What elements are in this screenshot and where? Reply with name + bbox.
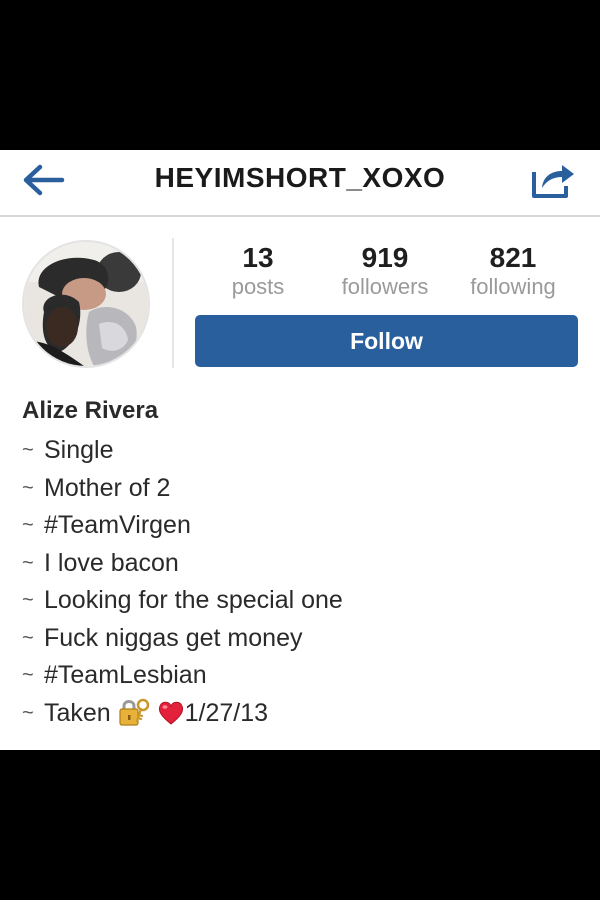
bio-bullet: ~ [22,476,34,499]
followers-count: 919 [361,242,409,273]
bio-bullet: ~ [22,626,34,649]
bio-line: ~ Looking for the special one [22,582,343,620]
bio-bullet: ~ [22,551,34,574]
following-label: following [470,274,556,299]
bio-line-text: Single [44,436,114,464]
bio-bullet: ~ [22,664,34,686]
screen: HEYIMSHORT_XOXO 13 posts 919 followers 8… [0,0,600,900]
stat-following[interactable]: 821 following [458,242,568,300]
bio-line-text: Mother of 2 [44,473,171,502]
bio-line: ~ Mother of 2 [22,470,343,508]
followers-label: followers [341,274,429,299]
share-icon [532,165,574,198]
lock-with-key-icon [118,697,150,739]
red-heart-icon [157,699,185,739]
stat-posts[interactable]: 13 posts [208,242,308,300]
arrow-left-icon [23,164,65,196]
posts-label: posts [231,274,285,299]
bio-hashtag-link[interactable]: #TeamVirgen [44,511,191,539]
bio-line-text: I love bacon [44,548,179,577]
profile-photo [24,242,148,366]
follow-button[interactable]: Follow [195,315,578,367]
bio-line: ~ #TeamVirgen [22,507,343,545]
bio-bullet: ~ [22,589,34,611]
bio-line-text: Taken [44,698,111,727]
stat-followers[interactable]: 919 followers [330,242,440,300]
bio-line: ~ Single [22,432,343,470]
share-button[interactable] [528,156,580,200]
bio-line: ~ Taken 1/27/13 [22,695,343,733]
navbar: HEYIMSHORT_XOXO [0,150,600,217]
bio-bullet: ~ [22,701,34,724]
following-count: 821 [489,242,537,273]
bio-line: ~ Fuck niggas get money [22,620,343,658]
bio-line: ~ I love bacon [22,545,343,583]
page-title: HEYIMSHORT_XOXO [154,162,446,193]
bio-list: ~ Single ~ Mother of 2 ~ #TeamVirgen ~ I lov… [22,432,343,732]
bio-line-text: Fuck niggas get money [44,623,303,652]
profile-card: HEYIMSHORT_XOXO 13 posts 919 followers 8… [0,150,600,750]
bio-bullet: ~ [22,439,34,461]
bio-line: ~ #TeamLesbian [22,657,343,695]
bio-line-text: Looking for the special one [44,586,343,614]
posts-count: 13 [242,242,274,273]
header-divider [172,238,174,368]
bio-hashtag-link[interactable]: #TeamLesbian [44,661,207,689]
taken-date: 1/27/13 [184,698,269,727]
bio-bullet: ~ [22,514,34,536]
avatar[interactable] [22,240,150,368]
back-button[interactable] [18,158,68,202]
profile-name: Alize Rivera [22,397,159,424]
